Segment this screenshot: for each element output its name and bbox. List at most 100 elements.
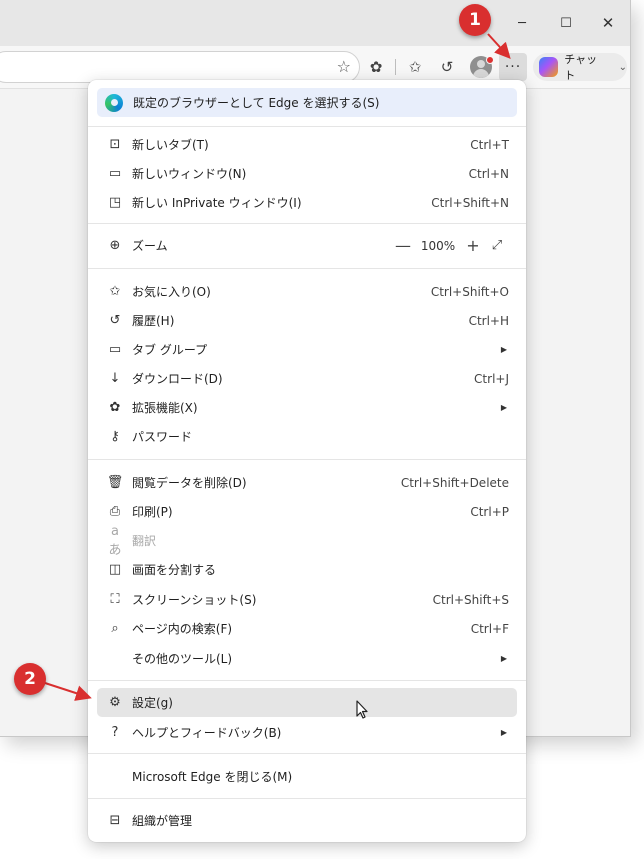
submenu-arrow-icon: ▶ xyxy=(500,654,507,663)
mouse-cursor-icon xyxy=(356,700,368,719)
edge-logo-icon xyxy=(105,93,123,112)
menu-item-label: お気に入り(O) xyxy=(132,285,211,299)
menu-item-label: パスワード xyxy=(132,430,193,444)
menu-item-help-feedback[interactable]: ? ヘルプとフィードバック(B) ▶ xyxy=(97,718,517,747)
star-outline-icon[interactable]: ☆ xyxy=(337,57,351,76)
menu-item-label: 新しいウィンドウ(N) xyxy=(132,167,247,181)
menu-item-more-tools[interactable]: その他のツール(L) ▶ xyxy=(97,644,517,673)
menu-item-label: 翻訳 xyxy=(132,534,157,548)
menu-item-label: 閲覧データを削除(D) xyxy=(132,476,247,490)
settings-and-more-menu: 既定のブラウザーとして Edge を選択する(S) ⊡ 新しいタブ(T) Ctr… xyxy=(88,80,526,842)
shortcut-label: Ctrl+Shift+S xyxy=(432,592,509,607)
menu-item-label: 新しい InPrivate ウィンドウ(I) xyxy=(132,196,302,210)
default-browser-label: 既定のブラウザーとして Edge を選択する(S) xyxy=(133,96,380,110)
menu-item-settings[interactable]: ⚙ 設定(g) xyxy=(97,688,517,717)
menu-item-label: 新しいタブ(T) xyxy=(132,138,209,152)
menu-item-screenshot[interactable]: ⛶ スクリーンショット(S) Ctrl+Shift+S xyxy=(97,585,517,614)
new-window-icon: ▭ xyxy=(108,166,122,181)
printer-icon: ⎙ xyxy=(109,504,121,519)
default-browser-banner[interactable]: 既定のブラウザーとして Edge を選択する(S) xyxy=(97,88,517,117)
menu-item-label: スクリーンショット(S) xyxy=(132,593,257,607)
menu-item-extensions[interactable]: ✿ 拡張機能(X) ▶ xyxy=(97,393,517,422)
shortcut-label: Ctrl+P xyxy=(470,504,509,519)
menu-item-label: 印刷(P) xyxy=(132,505,173,519)
menu-item-passwords[interactable]: ⚷ パスワード xyxy=(97,422,517,451)
help-icon: ? xyxy=(111,725,119,740)
menu-item-managed-by-org[interactable]: ⊟ 組織が管理 xyxy=(97,806,517,835)
extensions-puzzle-icon: ✿ xyxy=(109,400,121,415)
history-icon: ↺ xyxy=(109,313,121,328)
menu-item-clear-browsing-data[interactable]: 🗑 閲覧データを削除(D) Ctrl+Shift+Delete xyxy=(97,468,517,497)
menu-item-label: Microsoft Edge を閉じる(M) xyxy=(132,770,293,784)
menu-item-label: 設定(g) xyxy=(132,696,173,710)
favorites-list-icon[interactable]: ✩ xyxy=(404,56,426,78)
zoom-level: 100% xyxy=(420,238,456,253)
menu-item-new-window[interactable]: ▭ 新しいウィンドウ(N) Ctrl+N xyxy=(97,159,517,188)
trash-icon: 🗑 xyxy=(106,475,124,490)
menu-item-downloads[interactable]: ↓ ダウンロード(D) Ctrl+J xyxy=(97,364,517,393)
menu-item-label: 拡張機能(X) xyxy=(132,401,198,415)
history-icon[interactable]: ↺ xyxy=(436,56,458,78)
shortcut-label: Ctrl+J xyxy=(474,371,509,386)
menu-item-label: ダウンロード(D) xyxy=(132,372,223,386)
minimize-button[interactable]: ─ xyxy=(502,8,542,38)
address-bar[interactable]: ☆ xyxy=(0,51,360,83)
submenu-arrow-icon: ▶ xyxy=(500,345,507,354)
split-screen-icon: ◫ xyxy=(108,562,122,577)
step-1-callout: 1 xyxy=(459,4,491,36)
new-tab-icon: ⊡ xyxy=(109,137,121,152)
shortcut-label: Ctrl+F xyxy=(470,621,509,636)
menu-divider xyxy=(88,798,526,799)
menu-item-split-screen[interactable]: ◫ 画面を分割する xyxy=(97,555,517,584)
shortcut-label: Ctrl+Shift+N xyxy=(431,195,509,210)
menu-item-close-edge[interactable]: Microsoft Edge を閉じる(M) xyxy=(97,762,517,791)
key-icon: ⚷ xyxy=(110,429,120,444)
shortcut-label: Ctrl+Shift+O xyxy=(430,284,509,299)
favorites-icon: ✩ xyxy=(109,284,121,299)
submenu-arrow-icon: ▶ xyxy=(500,728,507,737)
briefcase-icon: ⊟ xyxy=(109,813,121,828)
menu-divider xyxy=(88,223,526,224)
copilot-chat-button[interactable]: チャット ⌄ xyxy=(533,53,627,82)
shortcut-label: Ctrl+N xyxy=(468,166,509,181)
fullscreen-button[interactable]: ⤢ xyxy=(485,238,509,253)
menu-item-favorites[interactable]: ✩ お気に入り(O) Ctrl+Shift+O xyxy=(97,277,517,306)
menu-divider xyxy=(88,459,526,460)
copilot-icon xyxy=(539,57,559,77)
chevron-down-icon: ⌄ xyxy=(618,61,627,73)
extensions-puzzle-icon[interactable]: ✿ xyxy=(365,56,387,78)
menu-item-find-on-page[interactable]: ⌕ ページ内の検索(F) Ctrl+F xyxy=(97,614,517,643)
menu-item-label: タブ グループ xyxy=(132,343,208,357)
translate-icon: aあ xyxy=(108,523,122,558)
shortcut-label: Ctrl+H xyxy=(468,313,509,328)
menu-item-label: 画面を分割する xyxy=(132,563,217,577)
inprivate-icon: ◳ xyxy=(108,195,122,210)
zoom-in-button[interactable]: + xyxy=(461,236,485,255)
menu-item-label: 組織が管理 xyxy=(132,814,193,828)
menu-item-zoom: ⊕ ズーム — 100% + ⤢ xyxy=(97,231,517,260)
download-icon: ↓ xyxy=(109,371,121,386)
toolbar-divider xyxy=(395,59,396,75)
menu-item-history[interactable]: ↺ 履歴(H) Ctrl+H xyxy=(97,306,517,335)
menu-item-new-tab[interactable]: ⊡ 新しいタブ(T) Ctrl+T xyxy=(97,130,517,159)
screenshot-icon: ⛶ xyxy=(110,592,120,607)
menu-item-translate: aあ 翻訳 xyxy=(97,523,517,558)
shortcut-label: Ctrl+Shift+Delete xyxy=(400,475,509,490)
zoom-icon: ⊕ xyxy=(109,238,121,253)
menu-divider xyxy=(88,268,526,269)
find-page-icon: ⌕ xyxy=(111,621,119,636)
menu-divider xyxy=(88,126,526,127)
menu-item-print[interactable]: ⎙ 印刷(P) Ctrl+P xyxy=(97,497,517,526)
menu-item-label: ヘルプとフィードバック(B) xyxy=(132,726,282,740)
zoom-out-button[interactable]: — xyxy=(391,236,415,255)
menu-item-new-inprivate[interactable]: ◳ 新しい InPrivate ウィンドウ(I) Ctrl+Shift+N xyxy=(97,188,517,217)
settings-and-more-button[interactable]: ··· xyxy=(499,53,527,81)
maximize-button[interactable]: ☐ xyxy=(546,8,586,38)
menu-divider xyxy=(88,680,526,681)
menu-item-tab-groups[interactable]: ▭ タブ グループ ▶ xyxy=(97,335,517,364)
chat-label: チャット xyxy=(564,53,598,82)
submenu-arrow-icon: ▶ xyxy=(500,403,507,412)
menu-item-label: 履歴(H) xyxy=(132,314,175,328)
menu-item-label: その他のツール(L) xyxy=(132,652,233,666)
close-window-button[interactable]: ✕ xyxy=(588,8,628,38)
